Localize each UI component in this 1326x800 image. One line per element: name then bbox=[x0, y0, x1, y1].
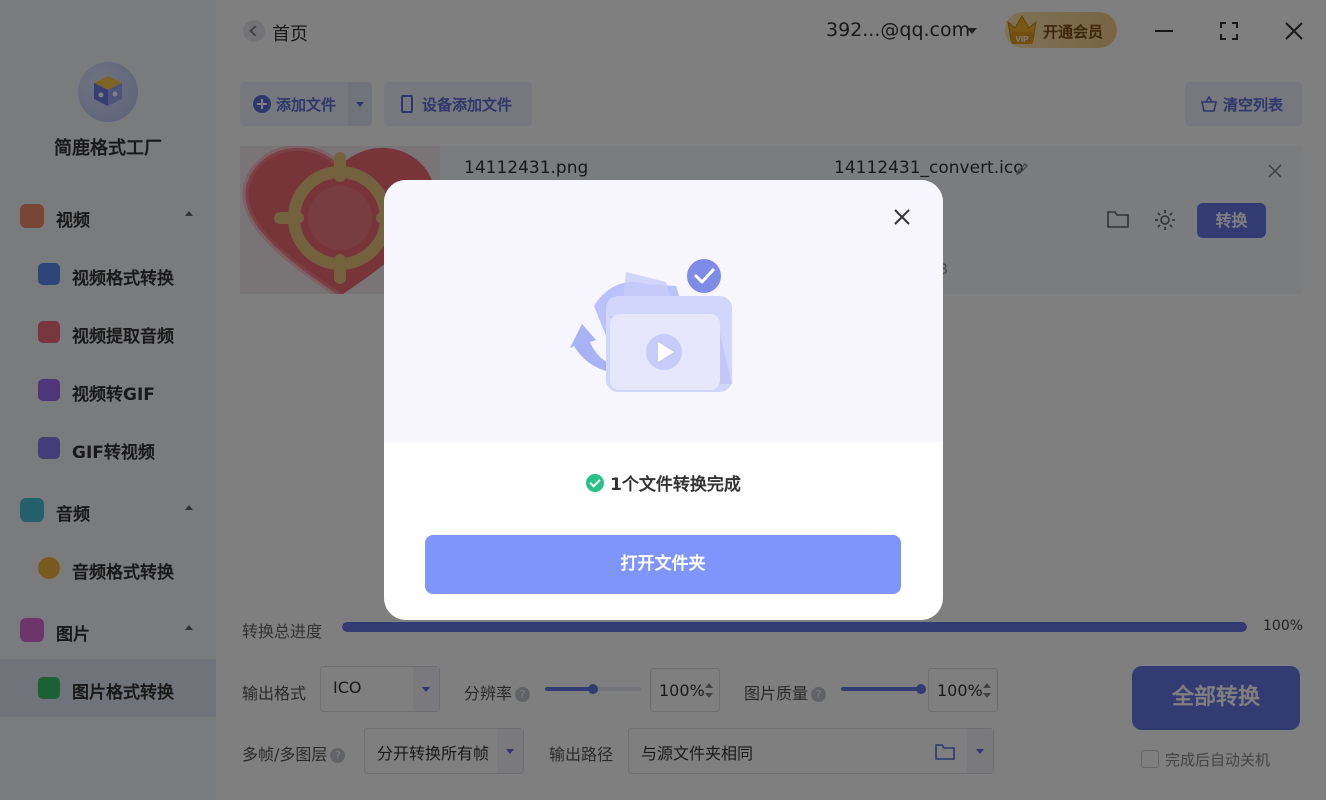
check-circle-icon bbox=[586, 474, 605, 492]
conversion-complete-dialog: 1个文件转换完成 打开文件夹 bbox=[384, 180, 943, 620]
dialog-hero bbox=[384, 180, 943, 442]
close-icon[interactable] bbox=[893, 208, 911, 226]
conversion-status: 1个文件转换完成 bbox=[384, 470, 943, 495]
folder-video-illustration bbox=[570, 259, 732, 392]
open-folder-button[interactable]: 打开文件夹 bbox=[425, 535, 901, 594]
conversion-message: 1个文件转换完成 bbox=[610, 475, 741, 495]
